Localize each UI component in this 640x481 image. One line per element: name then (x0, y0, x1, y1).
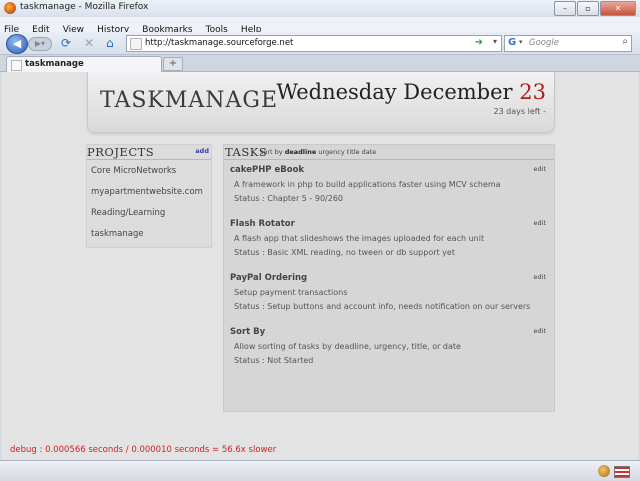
page-favicon-icon (130, 38, 142, 50)
google-engine-icon[interactable]: G (508, 37, 516, 48)
sort-deadline-link[interactable]: deadline (285, 148, 317, 156)
debug-output: debug : 0.000566 seconds / 0.000010 seco… (10, 445, 277, 455)
menu-bar: File Edit View History Bookmarks Tools H… (0, 17, 640, 35)
date-day: 23 (519, 80, 546, 104)
close-icon[interactable]: ✕ (600, 1, 636, 16)
task-name[interactable]: cakePHP eBook (230, 165, 304, 175)
project-list: Core MicroNetworks myapartmentwebsite.co… (87, 161, 211, 245)
engine-dropdown-icon[interactable]: ▾ (519, 38, 523, 46)
site-logo[interactable]: TASKMANAGE (100, 88, 278, 113)
sort-urgency-link[interactable]: urgency (318, 148, 344, 156)
plus-icon: + (168, 58, 178, 69)
project-item[interactable]: Core MicroNetworks (87, 161, 211, 182)
date-text: Wednesday December (276, 80, 513, 104)
task-description: A framework in php to build applications… (234, 180, 501, 189)
sort-label: sort by (260, 148, 283, 156)
project-item[interactable]: Reading/Learning (87, 203, 211, 224)
task-edit-link[interactable]: edit (534, 327, 546, 335)
task-name[interactable]: PayPal Ordering (230, 273, 307, 283)
firefox-icon (4, 2, 16, 14)
task-edit-link[interactable]: edit (534, 219, 546, 227)
window-titlebar: taskmanage - Mozilla Firefox – ▫ ✕ (0, 0, 640, 18)
task-name[interactable]: Flash Rotator (230, 219, 295, 229)
task-status: Status : Setup buttons and account info,… (234, 302, 531, 311)
tasks-panel: TASKS sort by deadline urgency title dat… (223, 144, 555, 412)
projects-title: PROJECTS (87, 145, 155, 159)
url-dropdown-icon[interactable]: ▾ (493, 37, 497, 46)
search-icon[interactable]: ⌕ (622, 36, 628, 47)
tasks-divider (224, 159, 554, 160)
sort-title-link[interactable]: title (347, 148, 360, 156)
project-item[interactable]: myapartmentwebsite.com (87, 182, 211, 203)
addon-icon[interactable] (598, 465, 610, 477)
back-arrow-icon: ◀ (12, 37, 22, 50)
sort-controls: sort by deadline urgency title date (260, 148, 376, 156)
tab-taskmanage[interactable]: taskmanage (6, 56, 162, 72)
task-edit-link[interactable]: edit (534, 165, 546, 173)
back-button[interactable]: ◀ (6, 34, 28, 54)
task-name[interactable]: Sort By (230, 327, 265, 337)
task-edit-link[interactable]: edit (534, 273, 546, 281)
project-item[interactable]: taskmanage (87, 224, 211, 245)
window-title: taskmanage - Mozilla Firefox (20, 2, 149, 12)
new-tab-button[interactable]: + (163, 57, 183, 71)
navigation-toolbar: ◀ ▶▾ ⟳ ✕ ⌂ http://taskmanage.sourceforge… (0, 32, 640, 55)
flag-icon[interactable] (614, 466, 630, 478)
url-bar[interactable]: http://taskmanage.sourceforge.net ➜ ▾ (126, 35, 502, 52)
forward-arrow-icon: ▶▾ (34, 39, 46, 48)
projects-panel: PROJECTS add Core MicroNetworks myapartm… (86, 144, 212, 248)
sort-date-link[interactable]: date (362, 148, 377, 156)
task-status: Status : Chapter 5 - 90/260 (234, 194, 344, 203)
home-icon[interactable]: ⌂ (106, 36, 114, 50)
page-content: TASKMANAGE Wednesday December 23 23 days… (2, 72, 638, 460)
site-header: TASKMANAGE Wednesday December 23 23 days… (87, 72, 555, 133)
url-text[interactable]: http://taskmanage.sourceforge.net (145, 38, 293, 48)
add-project-link[interactable]: add (195, 147, 209, 155)
days-left: 23 days left - (493, 107, 546, 116)
forward-button[interactable]: ▶▾ (28, 37, 52, 51)
task-description: Setup payment transactions (234, 288, 348, 297)
minimize-icon[interactable]: – (554, 1, 576, 16)
current-date: Wednesday December 23 (276, 80, 546, 104)
task-description: A flash app that slideshows the images u… (234, 234, 485, 243)
projects-divider (87, 159, 211, 160)
task-status: Status : Not Started (234, 356, 314, 365)
tab-label: taskmanage (25, 59, 84, 69)
stop-icon[interactable]: ✕ (84, 36, 94, 50)
task-description: Allow sorting of tasks by deadline, urge… (234, 342, 461, 351)
search-placeholder[interactable]: Google (529, 38, 559, 48)
reload-icon[interactable]: ⟳ (61, 36, 71, 50)
status-bar (0, 460, 640, 481)
window-controls: – ▫ ✕ (553, 1, 636, 16)
go-arrow-icon[interactable]: ➜ (475, 37, 483, 48)
tab-favicon-icon (11, 60, 22, 71)
search-box[interactable]: G ▾ Google ⌕ (504, 35, 632, 52)
tab-bar: taskmanage + (0, 55, 640, 72)
task-status: Status : Basic XML reading, no tween or … (234, 248, 455, 257)
maximize-icon[interactable]: ▫ (577, 1, 599, 16)
